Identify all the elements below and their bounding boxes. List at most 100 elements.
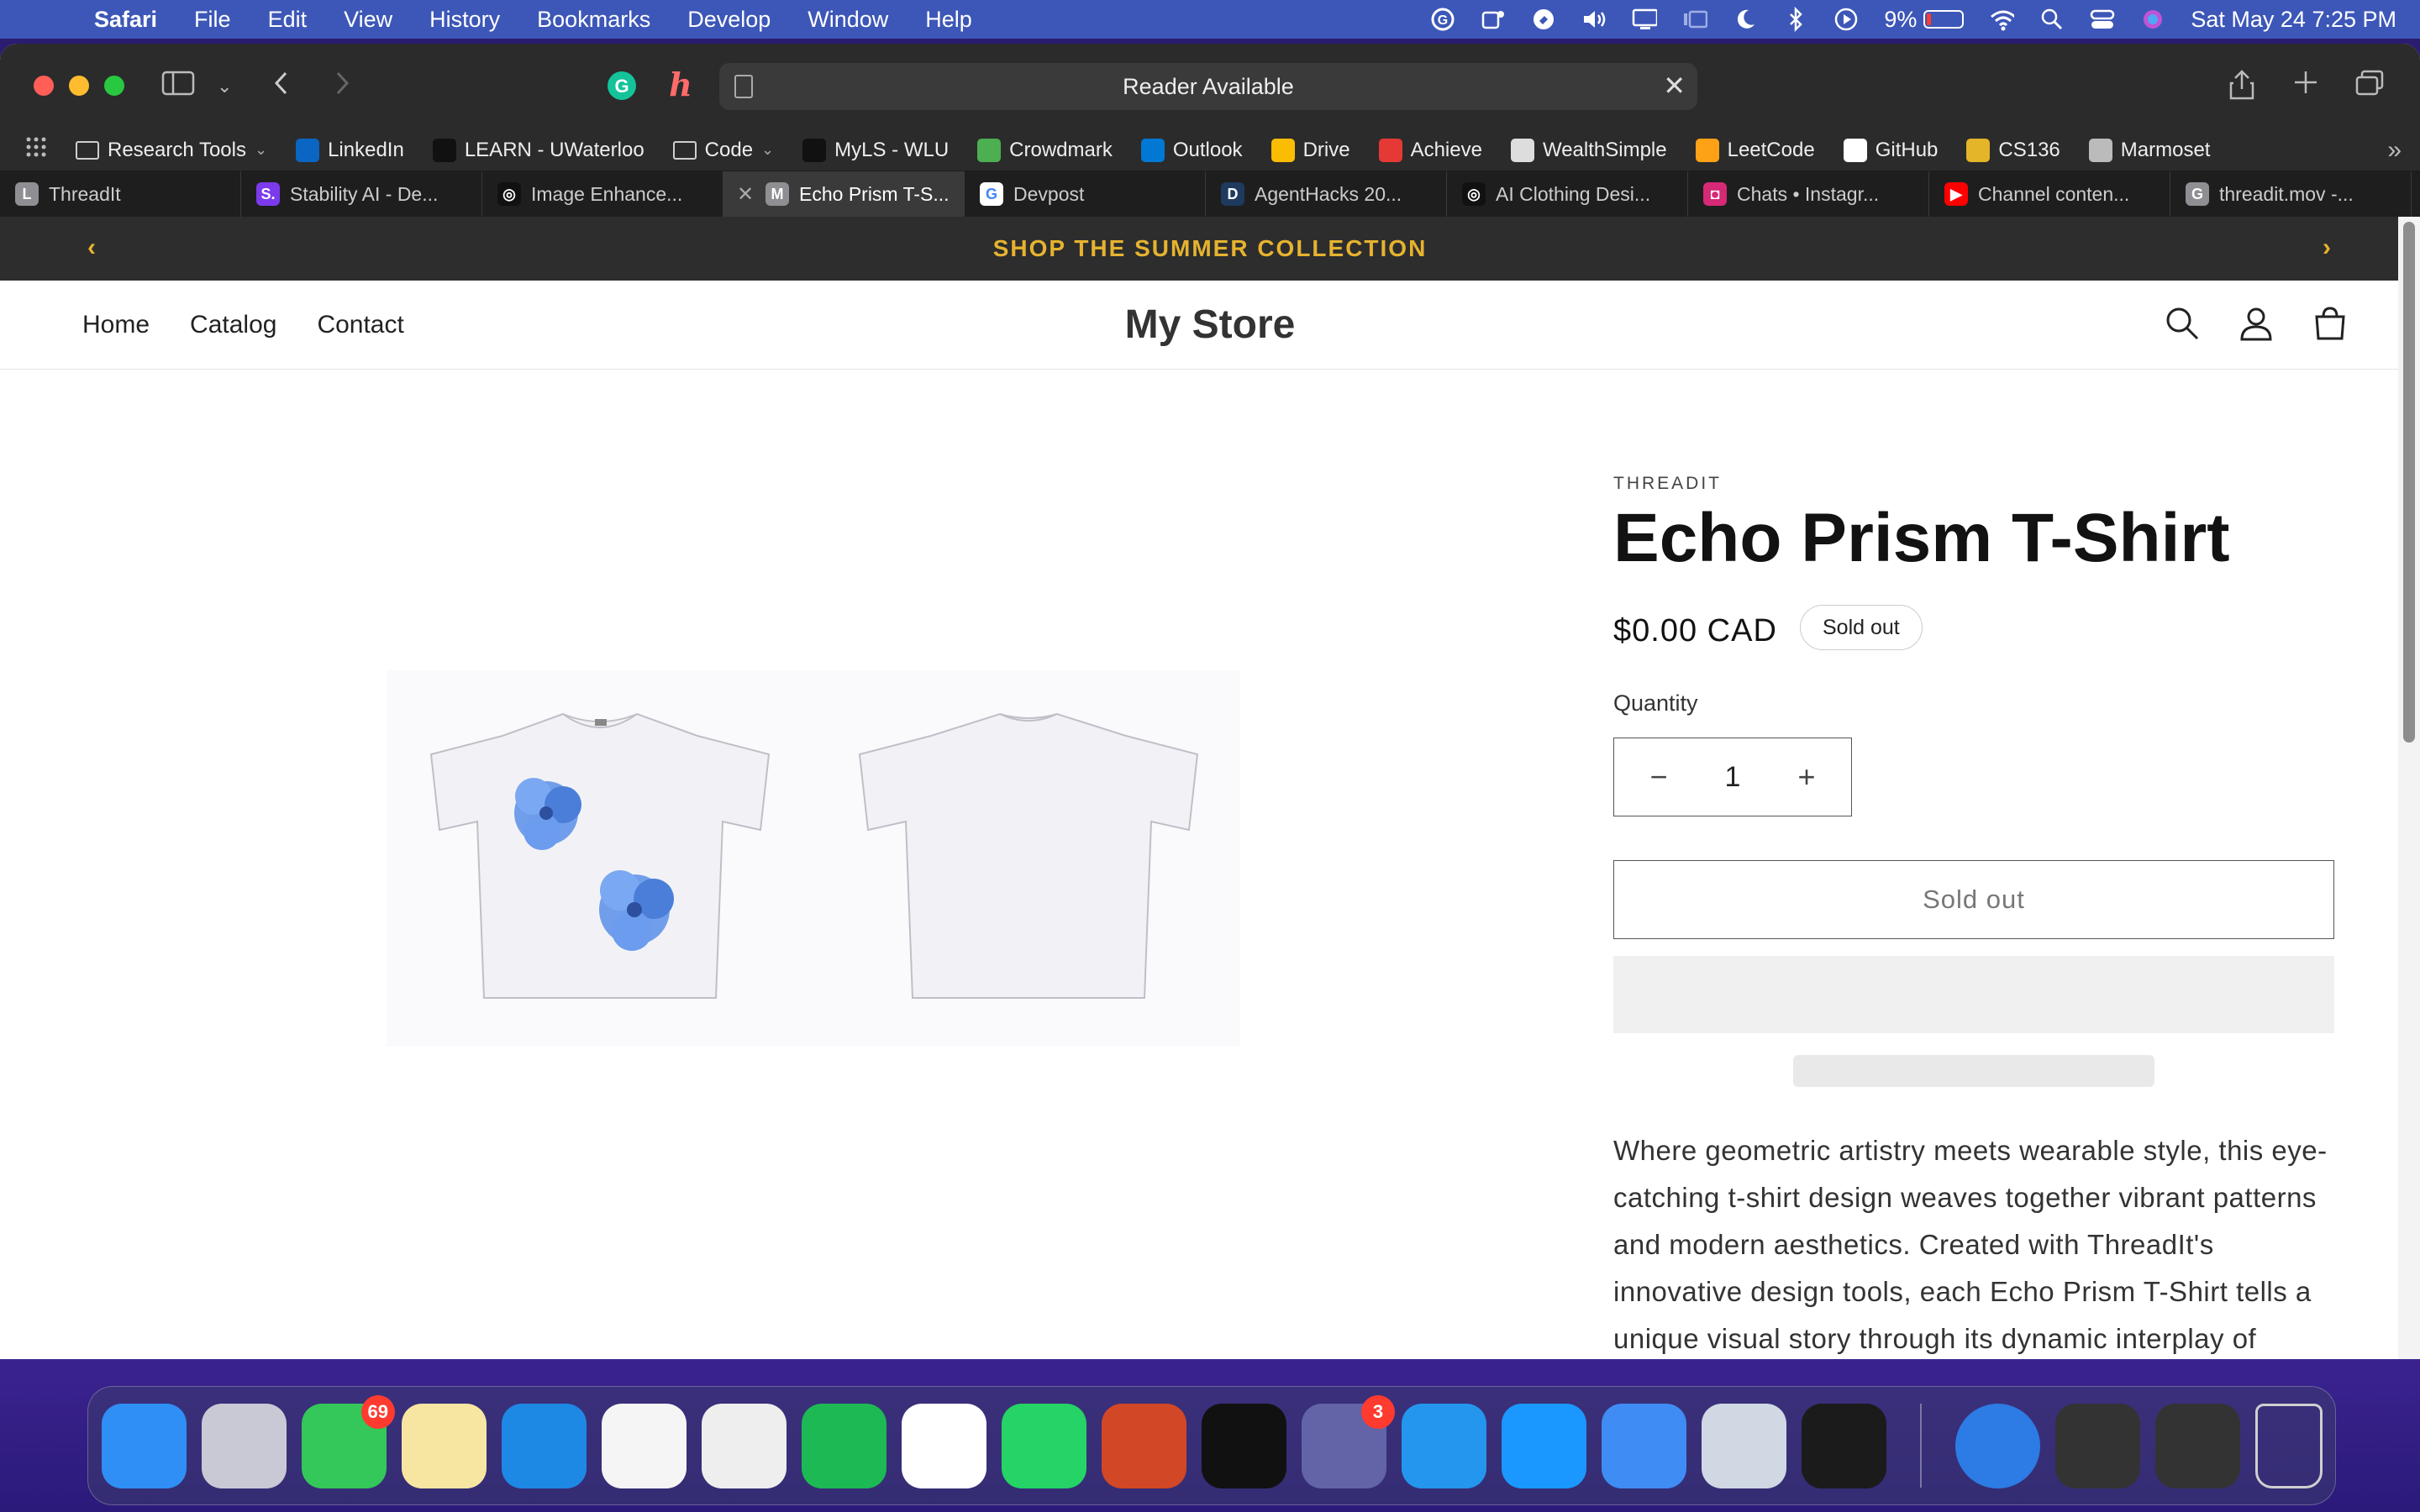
bookmark-item[interactable]: Achieve — [1378, 138, 1482, 162]
browser-tab[interactable]: G Devpost — [965, 171, 1206, 217]
bookmark-item[interactable]: LinkedIn — [296, 138, 404, 162]
menu-view[interactable]: View — [325, 7, 411, 33]
bookmark-item[interactable]: Outlook — [1140, 138, 1243, 162]
browser-tab[interactable]: ▶ Channel conten... — [1929, 171, 2170, 217]
teams-status-icon[interactable] — [1481, 8, 1506, 31]
account-icon[interactable] — [2237, 304, 2275, 343]
browser-tab[interactable]: Gthreadit.mov -... — [2170, 171, 2412, 217]
menu-history[interactable]: History — [411, 7, 518, 33]
grammarly-extension-icon[interactable]: G — [605, 69, 639, 110]
forward-arrow-icon[interactable] — [331, 69, 353, 105]
announcement-prev-arrow-icon[interactable]: ‹ — [87, 234, 97, 262]
nav-home[interactable]: Home — [82, 311, 150, 339]
spotify-dock-icon[interactable] — [802, 1403, 886, 1488]
menu-file[interactable]: File — [176, 7, 250, 33]
more-bookmarks-chevron-icon[interactable]: » — [2387, 136, 2402, 165]
menu-app-name[interactable]: Safari — [86, 7, 176, 33]
browser-tab[interactable]: S. Stability AI - De... — [241, 171, 482, 217]
menu-window[interactable]: Window — [789, 7, 907, 33]
browser-tab[interactable]: ◘ Chats • Instagr... — [1688, 171, 1929, 217]
decrease-quantity-button[interactable]: − — [1646, 759, 1671, 795]
trash-dock-icon[interactable] — [2255, 1403, 2323, 1488]
finder-dock-icon[interactable] — [102, 1403, 187, 1488]
bookmark-item[interactable]: Code ⌄ — [672, 139, 774, 162]
search-icon[interactable] — [2163, 304, 2202, 343]
zoom-window-button[interactable] — [104, 76, 124, 96]
browser-tab[interactable]: ✕ M Echo Prism T-S... — [723, 171, 965, 217]
terminal-dock-icon[interactable] — [1802, 1403, 1886, 1488]
menu-edit[interactable]: Edit — [250, 7, 326, 33]
volume-icon[interactable] — [1581, 8, 1607, 31]
back-arrow-icon[interactable] — [271, 69, 292, 105]
browser-tab[interactable]: ◎ AI Clothing Desi... — [1447, 171, 1688, 217]
quantity-input[interactable]: 1 — [1725, 761, 1741, 794]
bookmark-item[interactable]: WealthSimple — [1510, 138, 1667, 162]
minimize-window-button[interactable] — [69, 76, 89, 96]
powerpoint-dock-icon[interactable] — [1102, 1403, 1186, 1488]
xcode-dock-icon[interactable] — [1602, 1403, 1686, 1488]
teams-dock-icon[interactable]: 3 — [1302, 1394, 1395, 1488]
tab-group-chevron-down-icon[interactable]: ⌄ — [217, 76, 232, 97]
bookmark-item[interactable]: MyLS - WLU — [802, 138, 949, 162]
vscode-dock-icon[interactable] — [902, 1403, 986, 1488]
bookmark-item[interactable]: Crowdmark — [977, 138, 1113, 162]
docker-dock-icon[interactable] — [1402, 1403, 1486, 1488]
cart-icon[interactable] — [2311, 304, 2349, 343]
menu-clock[interactable]: Sat May 24 7:25 PM — [2191, 7, 2396, 33]
stage-manager-icon[interactable] — [1682, 8, 1708, 31]
scrollbar-thumb[interactable] — [2403, 222, 2415, 743]
menu-bookmarks[interactable]: Bookmarks — [518, 7, 669, 33]
page-scrollbar[interactable] — [2398, 217, 2420, 1359]
browser-tab[interactable]: D AgentHacks 20... — [1206, 171, 1447, 217]
bookmark-item[interactable]: GitHub — [1843, 138, 1938, 162]
bookmark-item[interactable]: Drive — [1270, 138, 1350, 162]
shazam-icon[interactable] — [1531, 8, 1556, 31]
launchpad-dock-icon[interactable] — [202, 1403, 287, 1488]
browser-tab[interactable]: L ThreadIt — [0, 171, 241, 217]
control-center-icon[interactable] — [2090, 8, 2115, 31]
now-playing-icon[interactable] — [1833, 8, 1859, 31]
whatsapp-dock-icon[interactable] — [1002, 1403, 1086, 1488]
focus-moon-icon[interactable] — [1733, 8, 1758, 31]
nav-contact[interactable]: Contact — [317, 311, 403, 339]
share-icon[interactable] — [2228, 69, 2255, 108]
display-icon[interactable] — [1632, 8, 1658, 31]
bookmark-item[interactable]: Marmoset — [2088, 138, 2210, 162]
close-tab-icon[interactable]: ✕ — [737, 182, 754, 207]
unity-dock-icon[interactable] — [1202, 1403, 1286, 1488]
announcement-next-arrow-icon[interactable]: › — [2323, 234, 2333, 262]
notes-dock-icon[interactable] — [402, 1403, 487, 1488]
increase-quantity-button[interactable]: + — [1794, 759, 1819, 795]
prime-video-dock-icon[interactable] — [1502, 1403, 1586, 1488]
preview-dock-icon[interactable] — [1702, 1403, 1786, 1488]
chrome-dock-icon[interactable] — [702, 1403, 786, 1488]
add-to-cart-button[interactable]: Sold out — [1613, 860, 2334, 939]
window-preview-2-dock-icon[interactable] — [2155, 1403, 2240, 1488]
bookmark-item[interactable]: LEARN - UWaterloo — [432, 138, 644, 162]
close-icon[interactable]: ✕ — [1663, 70, 1686, 102]
menu-help[interactable]: Help — [907, 7, 991, 33]
apps-grid-icon[interactable] — [25, 136, 47, 164]
battery-status[interactable]: 9% — [1884, 7, 1965, 33]
reader-mode-icon[interactable] — [734, 75, 753, 98]
product-image[interactable] — [387, 670, 1240, 1047]
globe-dock-icon[interactable] — [1955, 1403, 2040, 1488]
siri-icon[interactable] — [2140, 8, 2165, 31]
spotlight-search-icon[interactable] — [2039, 8, 2065, 31]
honey-extension-icon[interactable]: h — [664, 66, 697, 110]
bookmark-item[interactable]: LeetCode — [1695, 138, 1815, 162]
safari-dock-icon[interactable] — [502, 1403, 587, 1488]
sidebar-toggle-icon[interactable] — [161, 69, 195, 105]
grammarly-status-icon[interactable]: G — [1430, 8, 1455, 31]
close-window-button[interactable] — [34, 76, 54, 96]
bluetooth-icon[interactable] — [1783, 7, 1808, 32]
tab-overview-icon[interactable] — [2354, 69, 2385, 105]
messages-dock-icon[interactable]: 69 — [302, 1394, 395, 1488]
address-bar[interactable]: Reader Available ✕ — [719, 63, 1697, 110]
announcement-text[interactable]: SHOP THE SUMMER COLLECTION — [993, 235, 1428, 262]
bookmark-item[interactable]: CS136 — [1966, 138, 2060, 162]
browser-tab[interactable]: ◎ Image Enhance... — [482, 171, 723, 217]
bookmark-item[interactable]: Research Tools ⌄ — [76, 139, 267, 162]
wifi-icon[interactable] — [1989, 8, 2015, 31]
new-tab-plus-icon[interactable] — [2292, 69, 2319, 103]
